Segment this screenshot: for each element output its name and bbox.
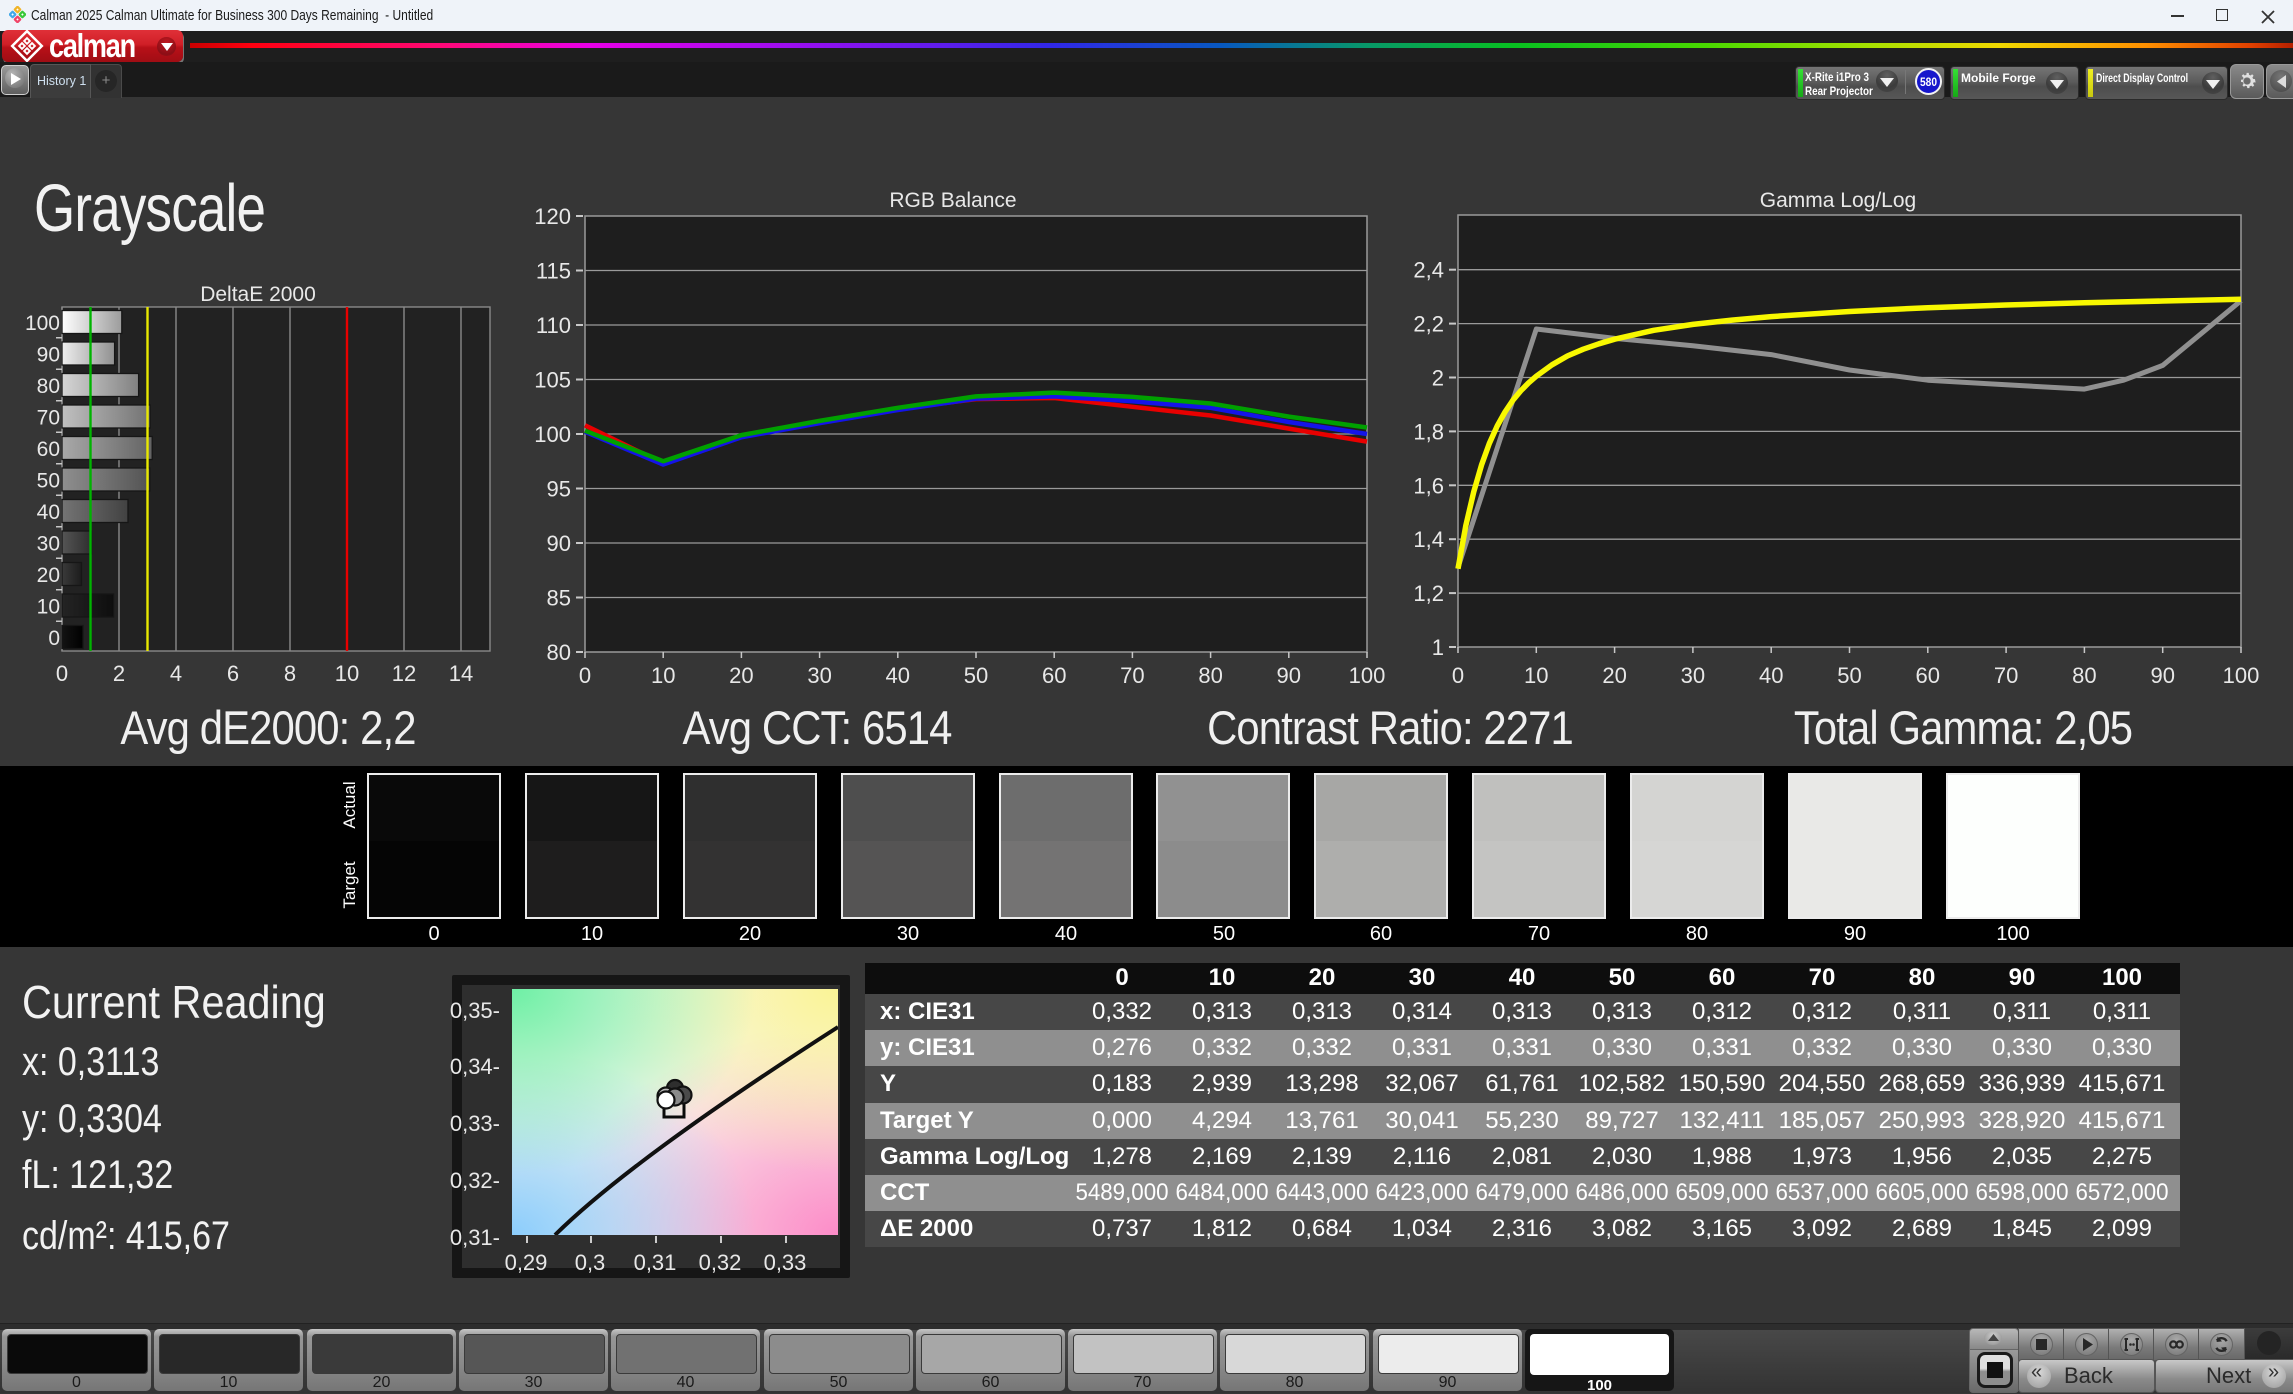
svg-text:30: 30 [807, 663, 831, 688]
svg-text:4: 4 [170, 661, 182, 686]
svg-text:50: 50 [1837, 663, 1861, 688]
svg-text:2: 2 [1432, 366, 1444, 391]
svg-text:80: 80 [37, 375, 60, 398]
svg-text:110: 110 [536, 313, 571, 338]
svg-text:10: 10 [1524, 663, 1548, 688]
svg-text:10: 10 [651, 663, 675, 688]
svg-text:2,2: 2,2 [1413, 312, 1444, 337]
svg-text:40: 40 [886, 663, 910, 688]
svg-text:1,2: 1,2 [1413, 581, 1444, 606]
svg-text:90: 90 [2150, 663, 2174, 688]
svg-text:0: 0 [1452, 663, 1464, 688]
svg-text:105: 105 [534, 368, 571, 393]
svg-text:80: 80 [547, 640, 571, 665]
svg-text:20: 20 [729, 663, 753, 688]
svg-text:40: 40 [1759, 663, 1783, 688]
svg-text:120: 120 [534, 204, 571, 229]
svg-text:95: 95 [547, 477, 571, 502]
svg-text:90: 90 [1277, 663, 1301, 688]
svg-text:90: 90 [547, 531, 571, 556]
svg-text:70: 70 [1994, 663, 2018, 688]
svg-text:Gamma Log/Log: Gamma Log/Log [1760, 189, 1916, 212]
svg-text:0: 0 [48, 627, 60, 650]
svg-text:20: 20 [37, 564, 60, 587]
svg-text:60: 60 [1916, 663, 1940, 688]
svg-text:60: 60 [37, 438, 60, 461]
svg-text:1: 1 [1432, 635, 1444, 660]
svg-text:100: 100 [2223, 663, 2260, 688]
svg-text:1,8: 1,8 [1413, 419, 1444, 444]
svg-text:70: 70 [1120, 663, 1144, 688]
svg-text:2: 2 [113, 661, 125, 686]
svg-text:2,4: 2,4 [1413, 258, 1444, 283]
svg-text:85: 85 [547, 586, 571, 611]
svg-text:1,6: 1,6 [1413, 473, 1444, 498]
svg-text:60: 60 [1042, 663, 1066, 688]
svg-text:40: 40 [37, 501, 60, 524]
svg-text:0: 0 [579, 663, 591, 688]
svg-text:50: 50 [964, 663, 988, 688]
svg-text:80: 80 [1198, 663, 1222, 688]
svg-text:1,4: 1,4 [1413, 527, 1444, 552]
svg-text:12: 12 [392, 661, 416, 686]
svg-text:80: 80 [2072, 663, 2096, 688]
svg-text:6: 6 [227, 661, 239, 686]
svg-text:90: 90 [37, 344, 60, 367]
svg-text:100: 100 [25, 312, 60, 335]
svg-text:DeltaE 2000: DeltaE 2000 [200, 283, 316, 306]
svg-text:RGB Balance: RGB Balance [889, 189, 1016, 212]
svg-text:10: 10 [37, 596, 60, 619]
svg-text:115: 115 [536, 259, 571, 284]
svg-text:50: 50 [37, 470, 60, 493]
svg-text:70: 70 [37, 407, 60, 430]
svg-text:100: 100 [1349, 663, 1386, 688]
svg-text:30: 30 [37, 533, 60, 556]
svg-text:0: 0 [56, 661, 68, 686]
svg-text:14: 14 [449, 661, 473, 686]
svg-text:10: 10 [335, 661, 359, 686]
svg-text:8: 8 [284, 661, 296, 686]
svg-text:20: 20 [1602, 663, 1626, 688]
svg-text:100: 100 [534, 422, 571, 447]
svg-text:30: 30 [1681, 663, 1705, 688]
